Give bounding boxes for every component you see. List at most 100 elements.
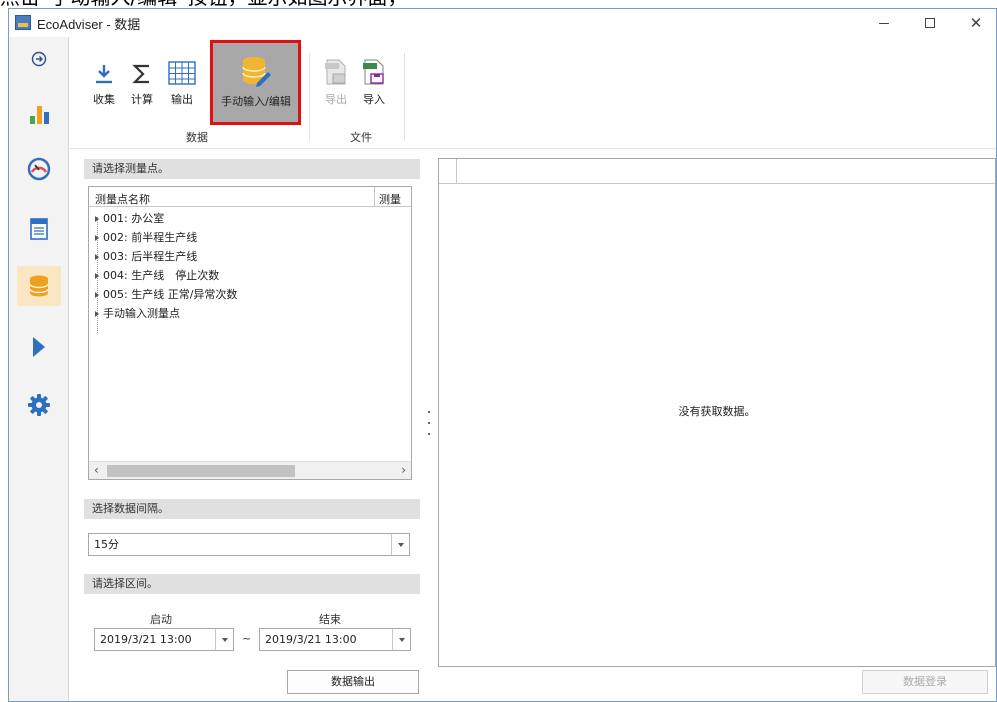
close-button[interactable]: ✕ xyxy=(953,9,996,37)
start-dropdown-button[interactable] xyxy=(215,629,233,650)
range-tilde: ~ xyxy=(242,632,252,645)
collect-icon-wrap xyxy=(93,45,115,85)
import-button[interactable]: 导入 xyxy=(358,45,390,131)
tree-item-label: 005: 生产线 正常/异常次数 xyxy=(103,288,238,301)
gear-icon xyxy=(28,394,50,416)
sigma-icon xyxy=(132,64,149,84)
points-header: 请选择测量点。 xyxy=(84,159,420,179)
gauge-icon xyxy=(27,157,51,181)
tree-item[interactable]: 002: 前半程生产线 xyxy=(95,229,197,247)
end-label: 结束 xyxy=(319,613,341,626)
data-output-button[interactable]: 数据输出 xyxy=(287,670,419,694)
scroll-thumb[interactable] xyxy=(107,465,295,477)
expand-caret-icon[interactable] xyxy=(95,216,99,222)
group-data-label: 数据 xyxy=(186,131,208,144)
screen: 点击“手动输入/编辑”按钮，显示如图示界面， EcoAdviser - 数据 ✕ xyxy=(0,0,997,702)
expand-caret-icon[interactable] xyxy=(95,254,99,260)
nav-monitor-button[interactable] xyxy=(17,149,61,189)
title-bar: EcoAdviser - 数据 ✕ xyxy=(9,9,996,37)
collect-label: 收集 xyxy=(93,93,115,106)
end-dropdown-button[interactable] xyxy=(392,629,410,650)
data-grid[interactable]: 没有获取数据。 xyxy=(438,158,996,667)
manual-edit-icon-wrap xyxy=(241,47,271,87)
nav-report-button[interactable] xyxy=(17,209,61,249)
nav-data-button[interactable] xyxy=(17,266,61,306)
nav-graph-button[interactable] xyxy=(17,93,61,133)
app-window: EcoAdviser - 数据 ✕ 收集 计算 输出 手动输入/编辑 数据 导出… xyxy=(8,8,997,702)
points-tree[interactable]: 测量点名称 测量 001: 办公室 002: 前半程生产线 003: 后半程生产… xyxy=(88,186,412,480)
minimize-icon xyxy=(879,22,889,24)
database-icon xyxy=(29,275,49,297)
import-label: 导入 xyxy=(363,93,385,106)
play-icon xyxy=(33,337,45,357)
panel-splitter[interactable] xyxy=(427,411,431,435)
tree-item-label: 手动输入测量点 xyxy=(103,307,180,320)
ribbon-toolbar: 收集 计算 输出 手动输入/编辑 数据 导出 导入 文件 xyxy=(70,37,996,149)
scroll-left-icon[interactable]: ‹ xyxy=(94,463,99,477)
tree-item-label: 002: 前半程生产线 xyxy=(103,231,198,244)
horizontal-scrollbar[interactable]: ‹ › xyxy=(89,461,411,479)
end-datetime-select[interactable]: 2019/3/21 13:00 xyxy=(259,628,411,651)
tree-item[interactable]: 手动输入测量点 xyxy=(95,305,180,323)
tree-item[interactable]: 005: 生产线 正常/异常次数 xyxy=(95,286,237,304)
ribbon-group-separator xyxy=(309,53,310,141)
interval-select[interactable]: 15分 xyxy=(88,533,410,556)
calculate-label: 计算 xyxy=(131,93,153,106)
import-icon-wrap xyxy=(362,45,386,85)
minimize-button[interactable] xyxy=(861,9,907,37)
range-header: 请选择区间。 xyxy=(84,574,420,594)
ribbon-group-end xyxy=(404,53,405,141)
interval-value: 15分 xyxy=(94,538,119,551)
download-icon xyxy=(96,65,112,84)
interval-header: 选择数据间隔。 xyxy=(84,499,420,519)
maximize-button[interactable] xyxy=(907,9,953,37)
calculate-button[interactable]: 计算 xyxy=(126,45,158,131)
export-file-icon xyxy=(325,59,346,85)
manual-edit-button[interactable]: 手动输入/编辑 xyxy=(213,47,299,133)
chevron-down-icon xyxy=(221,637,228,642)
scroll-right-icon[interactable]: › xyxy=(401,463,406,477)
close-icon: ✕ xyxy=(969,14,983,32)
table-grid-icon xyxy=(168,61,196,85)
col-point-name[interactable]: 测量点名称 xyxy=(95,191,150,207)
collect-button[interactable]: 收集 xyxy=(88,45,120,131)
manual-edit-label: 手动输入/编辑 xyxy=(221,95,291,108)
expand-caret-icon[interactable] xyxy=(95,292,99,298)
app-logo-icon xyxy=(15,15,31,30)
tree-item[interactable]: 001: 办公室 xyxy=(95,210,164,228)
import-file-icon xyxy=(363,59,384,85)
chevron-down-icon xyxy=(398,637,405,642)
start-datetime-select[interactable]: 2019/3/21 13:00 xyxy=(94,628,234,651)
expand-caret-icon[interactable] xyxy=(95,311,99,317)
expand-caret-icon[interactable] xyxy=(95,273,99,279)
nav-play-button[interactable] xyxy=(17,327,61,367)
output-icon-wrap xyxy=(168,45,196,85)
grid-empty-message: 没有获取数据。 xyxy=(678,405,756,418)
expand-caret-icon[interactable] xyxy=(95,235,99,241)
export-button[interactable]: 导出 xyxy=(320,45,352,131)
nav-settings-button[interactable] xyxy=(17,385,61,425)
start-datetime-value: 2019/3/21 13:00 xyxy=(100,633,192,646)
tree-item[interactable]: 004: 生产线 停止次数 xyxy=(95,267,219,285)
chevron-down-icon xyxy=(397,542,404,547)
interval-dropdown-button[interactable] xyxy=(391,534,409,555)
grid-header-row xyxy=(439,159,995,184)
left-navigation xyxy=(9,37,69,701)
output-button[interactable]: 输出 xyxy=(164,45,200,131)
database-edit-icon xyxy=(242,57,271,87)
tree-column-header: 测量点名称 测量 xyxy=(89,187,411,207)
grid-corner-cell[interactable] xyxy=(439,159,457,184)
tree-item[interactable]: 003: 后半程生产线 xyxy=(95,248,197,266)
tree-item-label: 004: 生产线 停止次数 xyxy=(103,269,220,282)
data-register-button[interactable]: 数据登录 xyxy=(862,670,988,694)
end-datetime-value: 2019/3/21 13:00 xyxy=(265,633,357,646)
col-divider xyxy=(374,187,375,207)
bar-chart-icon xyxy=(30,106,49,124)
nav-expand-button[interactable] xyxy=(17,39,61,79)
group-file-label: 文件 xyxy=(350,131,372,144)
instruction-caption: 点击“手动输入/编辑”按钮，显示如图示界面， xyxy=(0,0,997,8)
col-second[interactable]: 测量 xyxy=(379,191,407,207)
report-icon xyxy=(30,218,48,240)
tree-item-label: 003: 后半程生产线 xyxy=(103,250,198,263)
tree-item-label: 001: 办公室 xyxy=(103,212,165,225)
